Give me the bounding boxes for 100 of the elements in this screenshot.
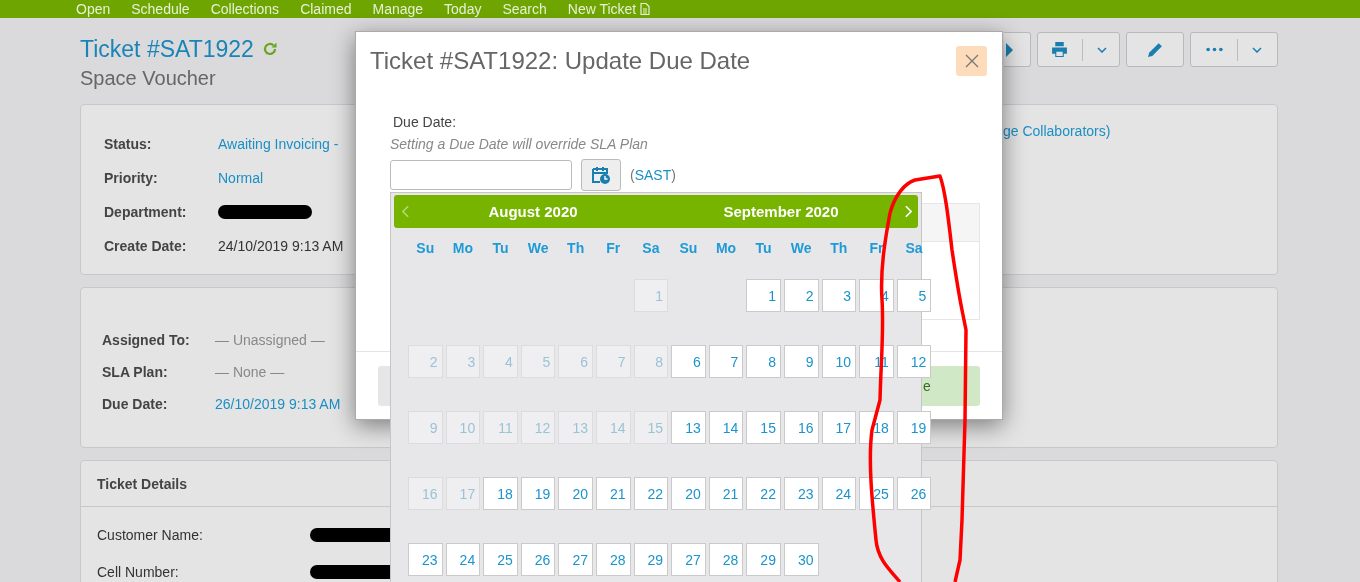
field-value[interactable]: Normal <box>218 170 264 186</box>
calendar-day[interactable]: 12 <box>896 345 932 378</box>
calendar-day[interactable]: 28 <box>708 543 744 576</box>
edit-button[interactable] <box>1126 32 1184 67</box>
close-icon <box>964 54 979 68</box>
calendar-day: 8 <box>633 345 669 378</box>
weekday-label: Fr <box>605 239 622 258</box>
calendar-day[interactable]: 25 <box>483 543 518 576</box>
calendar-day[interactable]: 29 <box>633 543 669 576</box>
calendar-day[interactable]: 3 <box>821 279 857 312</box>
weekday-label: Su <box>678 239 699 258</box>
field-label: Status: <box>104 136 153 152</box>
calendar-day[interactable]: 1 <box>746 279 781 312</box>
field-label: Customer Name: <box>97 526 204 543</box>
weekday-label: Su <box>415 239 436 258</box>
weekday-label: Tu <box>754 239 773 258</box>
calendar-day[interactable]: 2 <box>783 279 819 312</box>
collaborators-link[interactable]: ge Collaborators) <box>1003 123 1111 139</box>
weekday-label: Fr <box>868 239 885 258</box>
nav-link[interactable]: New Ticket <box>567 0 651 18</box>
calendar-day[interactable]: 16 <box>783 411 819 444</box>
calendar-day[interactable]: 19 <box>520 477 556 510</box>
calendar-day[interactable]: 24 <box>821 477 857 510</box>
calendar-day[interactable]: 9 <box>783 345 819 378</box>
month-title: September 2020 <box>722 203 840 220</box>
nav-link[interactable]: Open <box>76 0 111 18</box>
refresh-icon[interactable] <box>261 41 278 57</box>
nav-link[interactable]: Search <box>502 0 547 18</box>
calendar-day: 15 <box>633 411 669 444</box>
calendar-day[interactable]: 23 <box>783 477 819 510</box>
field-value[interactable]: 26/10/2019 9:13 AM <box>215 396 341 412</box>
field-label: Due Date: <box>392 113 458 132</box>
calendar-day[interactable]: 22 <box>633 477 669 510</box>
field-label: Create Date: <box>104 238 188 254</box>
calendar-day: 11 <box>483 411 518 444</box>
calendar-day[interactable]: 20 <box>558 477 593 510</box>
field-label: Priority: <box>104 170 159 186</box>
nav-link[interactable]: Claimed <box>300 0 352 18</box>
date-input[interactable] <box>390 160 572 190</box>
calendar-day[interactable]: 30 <box>783 543 819 576</box>
field-value: 24/10/2019 9:13 AM <box>218 238 344 254</box>
calendar-day: 5 <box>520 345 556 378</box>
calendar-day[interactable]: 28 <box>595 543 631 576</box>
calendar-day[interactable]: 21 <box>595 477 631 510</box>
weekday-label: Th <box>829 239 849 258</box>
calendar-day[interactable]: 26 <box>520 543 556 576</box>
weekday-label: Mo <box>451 239 474 258</box>
close-button[interactable] <box>956 46 987 76</box>
field-label: Department: <box>104 204 188 220</box>
print-button[interactable] <box>1037 32 1120 67</box>
more-icon <box>1206 47 1223 52</box>
forward-button[interactable] <box>1004 32 1031 67</box>
calendar-day[interactable]: 14 <box>708 411 744 444</box>
nav-link[interactable]: Today <box>444 0 482 18</box>
weekday-label: Tu <box>491 239 510 258</box>
calendar-day[interactable]: 17 <box>821 411 857 444</box>
calendar-day: 7 <box>595 345 631 378</box>
calendar-day: 6 <box>558 345 593 378</box>
calendar-day[interactable]: 13 <box>671 411 706 444</box>
calendar-day[interactable]: 21 <box>708 477 744 510</box>
calendar-day[interactable]: 15 <box>746 411 781 444</box>
calendar-day[interactable]: 22 <box>746 477 781 510</box>
weekday-label: Th <box>566 239 586 258</box>
pencil-icon <box>1146 41 1164 58</box>
weekday-label: Sa <box>641 239 661 258</box>
field-label: SLA Plan: <box>102 364 169 380</box>
calendar-day[interactable]: 19 <box>896 411 932 444</box>
calendar-day[interactable]: 24 <box>445 543 481 576</box>
calendar-day[interactable]: 23 <box>408 543 443 576</box>
calendar-day[interactable]: 8 <box>746 345 781 378</box>
calendar-day[interactable]: 20 <box>671 477 706 510</box>
field-label: Cell Number: <box>97 563 180 580</box>
calendar-day[interactable]: 6 <box>671 345 706 378</box>
field-value[interactable]: Awaiting Invoicing - <box>218 136 339 152</box>
calendar-day: 10 <box>445 411 481 444</box>
caret-icon <box>1096 46 1107 53</box>
calendar-day[interactable]: 18 <box>483 477 518 510</box>
dialog-title: Ticket #SAT1922: Update Due Date <box>370 46 751 76</box>
weekday-label: Mo <box>714 239 738 258</box>
calendar-day[interactable]: 29 <box>746 543 781 576</box>
calendar-day[interactable]: 27 <box>671 543 706 576</box>
calendar-day: 1 <box>633 279 669 312</box>
calendar-day[interactable]: 26 <box>896 477 932 510</box>
caret-icon <box>1252 46 1262 53</box>
calendar-day: 12 <box>520 411 556 444</box>
nav-link[interactable]: Collections <box>210 0 280 18</box>
calendar-day[interactable]: 10 <box>821 345 857 378</box>
ticket-title: Ticket #SAT1922 <box>80 35 254 64</box>
calendar-day[interactable]: 5 <box>896 279 932 312</box>
nav-link[interactable]: Schedule <box>131 0 190 18</box>
calendar-day[interactable]: 27 <box>558 543 593 576</box>
field-label: Assigned To: <box>102 332 191 348</box>
next-icon[interactable] <box>905 205 912 218</box>
arrow-icon <box>1006 42 1013 57</box>
field-label: Due Date: <box>102 396 169 412</box>
calendar-button[interactable] <box>581 159 621 191</box>
hint-text: Setting a Due Date will override SLA Plan <box>390 135 649 154</box>
calendar-day[interactable]: 7 <box>708 345 744 378</box>
calendar-day: 14 <box>595 411 631 444</box>
nav-link[interactable]: Manage <box>372 0 424 18</box>
